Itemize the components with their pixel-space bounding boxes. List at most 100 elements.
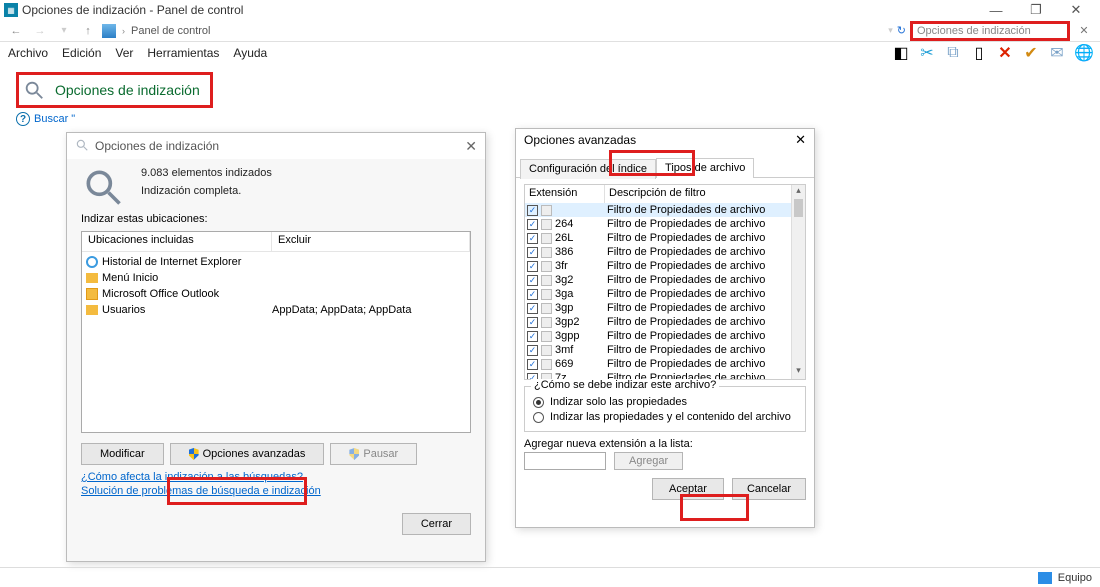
buscar-link[interactable]: Buscar " bbox=[34, 113, 75, 125]
filter-description: Filtro de Propiedades de archivo bbox=[605, 288, 791, 300]
scroll-down-icon[interactable]: ▾ bbox=[792, 365, 805, 379]
checkbox[interactable]: ✓ bbox=[527, 345, 538, 356]
checkbox[interactable]: ✓ bbox=[527, 303, 538, 314]
checkbox[interactable]: ✓ bbox=[527, 317, 538, 328]
back-button[interactable]: ← bbox=[6, 25, 26, 37]
magnifier-icon bbox=[23, 79, 45, 101]
advanced-options-button[interactable]: Opciones avanzadas bbox=[170, 443, 325, 465]
location-icon bbox=[86, 305, 98, 315]
extension-text: 3gp2 bbox=[555, 316, 579, 328]
menu-edicion[interactable]: Edición bbox=[62, 46, 101, 60]
modify-button[interactable]: Modificar bbox=[81, 443, 164, 465]
file-type-row[interactable]: ✓264Filtro de Propiedades de archivo bbox=[525, 217, 791, 231]
file-type-row[interactable]: ✓ 3g2 Filtro de Propiedades de archivo bbox=[525, 273, 791, 287]
dlg2-close-button[interactable]: ✕ bbox=[795, 132, 806, 148]
cp-icon bbox=[102, 24, 116, 38]
checkbox[interactable]: ✓ bbox=[527, 233, 538, 244]
file-type-row[interactable]: ✓3mfFiltro de Propiedades de archivo bbox=[525, 343, 791, 357]
menu-ayuda[interactable]: Ayuda bbox=[233, 46, 267, 60]
filter-description: Filtro de Propiedades de archivo bbox=[605, 260, 791, 272]
checkbox[interactable]: ✓ bbox=[527, 261, 538, 272]
delete-icon[interactable]: ✕ bbox=[996, 43, 1014, 63]
location-row[interactable]: UsuariosAppData; AppData; AppData bbox=[86, 302, 466, 318]
add-extension-input[interactable] bbox=[524, 452, 606, 470]
shield-icon bbox=[349, 448, 359, 460]
add-extension-button[interactable]: Agregar bbox=[614, 452, 683, 470]
locations-list: Ubicaciones incluidas Excluir Historial … bbox=[81, 231, 471, 433]
col-description[interactable]: Descripción de filtro bbox=[605, 185, 791, 203]
radio-properties-content[interactable] bbox=[533, 412, 544, 423]
minimize-button[interactable]: — bbox=[976, 3, 1016, 18]
file-type-row[interactable]: ✓ 26L Filtro de Propiedades de archivo bbox=[525, 231, 791, 245]
col-included[interactable]: Ubicaciones incluidas bbox=[82, 232, 272, 251]
file-type-row[interactable]: ✓3frFiltro de Propiedades de archivo bbox=[525, 259, 791, 273]
extension-text: 3ga bbox=[555, 288, 573, 300]
location-row[interactable]: Microsoft Office Outlook bbox=[86, 286, 466, 302]
check-icon[interactable]: ✔ bbox=[1022, 43, 1040, 63]
paste-icon[interactable]: ▯ bbox=[970, 43, 988, 63]
filetype-icon bbox=[541, 233, 552, 244]
col-exclude[interactable]: Excluir bbox=[272, 232, 470, 251]
status-equipo: Equipo bbox=[1058, 572, 1092, 584]
location-icon bbox=[86, 273, 98, 283]
location-name: Microsoft Office Outlook bbox=[102, 288, 219, 300]
filetype-icon bbox=[541, 261, 552, 272]
add-extension-label: Agregar nueva extensión a la lista: bbox=[524, 438, 806, 450]
file-type-row[interactable]: ✓ 3ga Filtro de Propiedades de archivo bbox=[525, 287, 791, 301]
dlg1-close-button[interactable]: ✕ bbox=[465, 138, 477, 155]
file-type-row[interactable]: ✓Filtro de Propiedades de archivo bbox=[525, 203, 791, 217]
pause-button[interactable]: Pausar bbox=[330, 443, 417, 465]
checkbox[interactable]: ✓ bbox=[527, 275, 538, 286]
file-type-row[interactable]: ✓7zFiltro de Propiedades de archivo bbox=[525, 371, 791, 379]
scroll-up-icon[interactable]: ▴ bbox=[792, 185, 805, 199]
file-type-row[interactable]: ✓669Filtro de Propiedades de archivo bbox=[525, 357, 791, 371]
checkbox[interactable]: ✓ bbox=[527, 219, 538, 230]
file-type-row[interactable]: ✓3gppFiltro de Propiedades de archivo bbox=[525, 329, 791, 343]
filter-description: Filtro de Propiedades de archivo bbox=[605, 274, 791, 286]
scrollbar[interactable]: ▴ ▾ bbox=[791, 185, 805, 379]
location-row[interactable]: Historial de Internet Explorer bbox=[86, 254, 466, 270]
file-type-row[interactable]: ✓3gpFiltro de Propiedades de archivo bbox=[525, 301, 791, 315]
checkbox[interactable]: ✓ bbox=[527, 289, 538, 300]
checkbox[interactable]: ✓ bbox=[527, 331, 538, 342]
forward-button[interactable]: → bbox=[30, 25, 50, 37]
file-type-row[interactable]: ✓386Filtro de Propiedades de archivo bbox=[525, 245, 791, 259]
page-title: Opciones de indización bbox=[55, 82, 200, 98]
group-legend: ¿Cómo se debe indizar este archivo? bbox=[531, 379, 719, 391]
col-extension[interactable]: Extensión bbox=[525, 185, 605, 203]
filetype-icon bbox=[541, 303, 552, 314]
menu-herramientas[interactable]: Herramientas bbox=[147, 46, 219, 60]
menu-archivo[interactable]: Archivo bbox=[8, 46, 48, 60]
location-row[interactable]: Menú Inicio bbox=[86, 270, 466, 286]
extension-text: 3gp bbox=[555, 302, 573, 314]
location-name: Historial de Internet Explorer bbox=[102, 256, 241, 268]
maximize-button[interactable]: ❐ bbox=[1016, 2, 1056, 18]
search-input[interactable]: Opciones de indización bbox=[910, 21, 1070, 41]
file-type-row[interactable]: ✓3gp2Filtro de Propiedades de archivo bbox=[525, 315, 791, 329]
radio-properties-only-label: Indizar solo las propiedades bbox=[550, 396, 687, 408]
menu-ver[interactable]: Ver bbox=[115, 46, 133, 60]
refresh-button[interactable]: ↻ bbox=[897, 24, 906, 37]
filetype-icon bbox=[541, 317, 552, 328]
cut-icon[interactable]: ✂ bbox=[918, 43, 936, 63]
close-dialog-button[interactable]: Cerrar bbox=[402, 513, 471, 535]
extension-text: 3g2 bbox=[555, 274, 573, 286]
extension-text: 26L bbox=[555, 232, 573, 244]
radio-properties-only[interactable] bbox=[533, 397, 544, 408]
scroll-thumb[interactable] bbox=[794, 199, 803, 217]
checkbox[interactable]: ✓ bbox=[527, 359, 538, 370]
checkbox[interactable]: ✓ bbox=[527, 247, 538, 258]
filetype-icon bbox=[541, 219, 552, 230]
close-button[interactable]: ✕ bbox=[1056, 2, 1096, 18]
search-clear-button[interactable]: ✕ bbox=[1074, 24, 1094, 37]
copy-icon[interactable]: ⧉ bbox=[944, 44, 962, 62]
mail-icon[interactable]: ✉ bbox=[1048, 43, 1066, 63]
extension-text: 669 bbox=[555, 358, 573, 370]
globe-icon[interactable]: 🌐 bbox=[1074, 43, 1092, 63]
checkbox[interactable]: ✓ bbox=[527, 205, 538, 216]
breadcrumb[interactable]: › Panel de control bbox=[102, 24, 884, 38]
square-icon[interactable]: ◧ bbox=[892, 43, 910, 63]
highlight-tab bbox=[609, 150, 695, 176]
up-button[interactable]: ↑ bbox=[78, 25, 98, 37]
filter-description: Filtro de Propiedades de archivo bbox=[605, 232, 791, 244]
